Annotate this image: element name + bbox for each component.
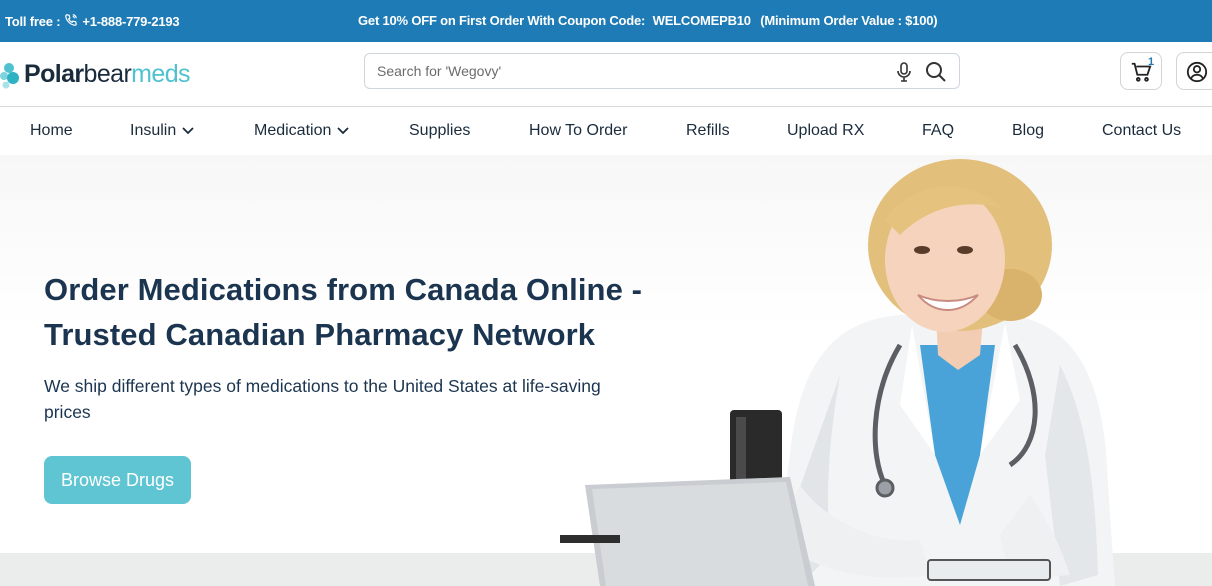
- search-bar: [364, 53, 960, 89]
- main-nav: Home Insulin Medication Supplies How To …: [0, 107, 1212, 155]
- phone-number[interactable]: +1-888-779-2193: [82, 14, 179, 29]
- site-header: Polarbearmeds 1: [0, 42, 1212, 107]
- hero-subtitle: We ship different types of medications t…: [44, 376, 601, 422]
- nav-label-refills: Refills: [686, 122, 730, 139]
- nav-item-contact-us[interactable]: Contact Us: [1102, 122, 1181, 140]
- account-button[interactable]: [1176, 52, 1212, 90]
- nav-item-how-to-order[interactable]: How To Order: [529, 122, 627, 140]
- nav-item-home[interactable]: Home: [30, 122, 73, 140]
- site-logo[interactable]: Polarbearmeds: [0, 54, 191, 94]
- phone-icon: [64, 13, 78, 30]
- toll-free-label: Toll free :: [5, 14, 61, 29]
- nav-label-how-to-order: How To Order: [529, 122, 628, 139]
- promo-text: Get 10% OFF on First Order With Coupon C…: [358, 13, 646, 28]
- logo-text-bear: bear: [83, 59, 132, 88]
- nav-label-insulin: Insulin: [130, 122, 177, 139]
- chevron-down-icon: [337, 127, 350, 135]
- promo-bar: Toll free : +1-888-779-2193 Get 10% OFF …: [0, 0, 1212, 42]
- nav-label-blog: Blog: [1012, 122, 1045, 139]
- coupon-promo: Get 10% OFF on First Order With Coupon C…: [358, 13, 938, 28]
- nav-item-supplies[interactable]: Supplies: [409, 122, 470, 140]
- nav-label-supplies: Supplies: [409, 122, 471, 139]
- doctor-photo: [560, 159, 1115, 586]
- toll-free[interactable]: Toll free : +1-888-779-2193: [5, 13, 180, 30]
- nav-label-medication: Medication: [254, 122, 332, 139]
- nav-label-contact-us: Contact Us: [1102, 122, 1182, 139]
- hero-title: Order Medications from Canada Online - T…: [44, 272, 643, 352]
- search-input[interactable]: [377, 54, 877, 88]
- microphone-icon[interactable]: [895, 62, 913, 82]
- nav-item-upload-rx[interactable]: Upload RX: [787, 122, 864, 140]
- logo-text-polar: Polar: [24, 59, 84, 88]
- nav-item-faq[interactable]: FAQ: [922, 122, 954, 140]
- nav-item-blog[interactable]: Blog: [1012, 122, 1044, 140]
- nav-item-refills[interactable]: Refills: [686, 122, 730, 140]
- logo-mark-icon: [0, 56, 24, 92]
- browse-drugs-button[interactable]: Browse Drugs: [44, 456, 191, 504]
- user-icon: [1186, 61, 1208, 83]
- chevron-down-icon: [182, 127, 194, 135]
- nav-label-home: Home: [30, 122, 73, 139]
- promo-note: (Minimum Order Value : $100): [760, 13, 938, 28]
- coupon-code: WELCOMEPB10: [652, 13, 751, 28]
- hero-section: Order Medications from Canada Online - T…: [0, 155, 1212, 586]
- nav-label-faq: FAQ: [922, 122, 955, 139]
- cart-button[interactable]: 1: [1120, 52, 1162, 90]
- cart-count-badge: 1: [1148, 56, 1155, 68]
- nav-item-insulin[interactable]: Insulin: [130, 122, 194, 140]
- nav-label-upload-rx: Upload RX: [787, 122, 865, 139]
- logo-text-meds: meds: [131, 59, 190, 88]
- nav-item-medication[interactable]: Medication: [254, 122, 350, 140]
- search-icon[interactable]: [925, 61, 947, 83]
